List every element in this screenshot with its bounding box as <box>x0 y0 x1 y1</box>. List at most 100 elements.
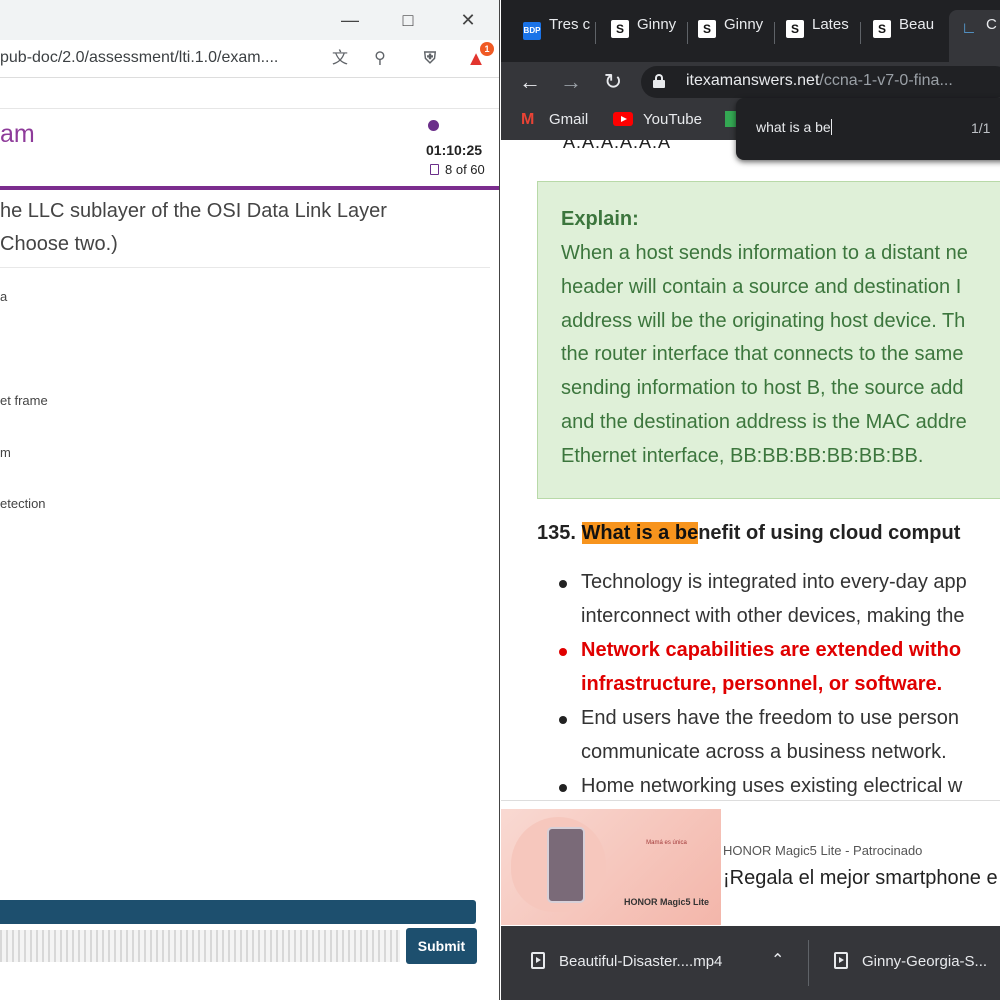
cisco-icon: ∟ <box>961 20 977 37</box>
correct-answer-line-2: infrastructure, personnel, or software. <box>581 673 943 695</box>
zoom-icon[interactable]: ⚲ <box>368 48 392 70</box>
question-progress: 8 of 60 <box>430 162 485 177</box>
exam-header: am 01:10:25 8 of 60 <box>0 110 499 188</box>
explain-line: When a host sends information to a dista… <box>561 242 968 264</box>
bookmark-youtube[interactable]: YouTube <box>613 111 702 128</box>
bookmark-label: Gmail <box>549 111 589 128</box>
explain-line: address will be the originating host dev… <box>561 310 966 332</box>
answer-3-line-2: communicate across a business network. <box>581 741 947 763</box>
find-input[interactable]: what is a be <box>756 119 832 135</box>
youtube-icon <box>613 112 633 126</box>
chevron-up-icon[interactable]: ⌃ <box>771 950 784 970</box>
explain-title: Explain: <box>561 208 639 230</box>
tab-5[interactable]: S Beau <box>873 16 941 50</box>
ad-sponsor: HONOR Magic5 Lite - Patrocinado <box>723 843 923 858</box>
find-highlight: What is a be <box>581 522 699 544</box>
exam-timer: 01:10:25 <box>426 142 483 158</box>
progress-text: 8 of 60 <box>445 162 485 177</box>
download-item-1[interactable]: Beautiful-Disaster....mp4 <box>531 952 722 970</box>
video-file-icon <box>531 952 545 969</box>
tab-2[interactable]: S Ginny <box>611 16 679 50</box>
question-number: 135. <box>537 522 576 544</box>
find-query: what is a be <box>756 119 831 135</box>
tab-label: Tres c <box>549 16 591 33</box>
submit-button[interactable]: Submit <box>406 928 477 964</box>
s-icon: S <box>611 20 629 38</box>
tab-label: Ginny <box>724 16 764 33</box>
url-path: /ccna-1-v7-0-fina... <box>819 72 953 89</box>
ad-image-text: Mamá es única <box>646 840 687 846</box>
brave-shield-icon[interactable]: ⛨ <box>418 48 442 70</box>
bullet <box>559 648 567 656</box>
lock-icon[interactable] <box>653 74 665 88</box>
download-item-2[interactable]: Ginny-Georgia-S... <box>834 952 987 970</box>
answer-option-1[interactable]: a <box>0 289 7 304</box>
answer-option-2[interactable]: et frame <box>0 393 48 408</box>
s-icon: S <box>873 20 891 38</box>
bullet <box>559 716 567 724</box>
question-line-2: Choose two.) <box>0 233 118 255</box>
maximize-icon[interactable]: □ <box>396 8 420 32</box>
left-title-bar: — □ ✕ <box>0 0 499 40</box>
left-url-text[interactable]: pub-doc/2.0/assessment/lti.1.0/exam.... <box>0 49 278 67</box>
question-line-1: he LLC sublayer of the OSI Data Link Lay… <box>0 200 387 222</box>
tab-separator <box>860 22 861 44</box>
explain-box: Explain: When a host sends information t… <box>537 181 1000 499</box>
reload-icon[interactable]: ↻ <box>599 68 627 96</box>
minimize-icon[interactable]: — <box>338 8 362 32</box>
right-browser-window: BDP Tres c S Ginny S Ginny S Lates S Beau ∟ C … <box>501 0 1000 1000</box>
bullet <box>559 580 567 588</box>
bullet <box>559 784 567 792</box>
clock-icon <box>428 120 439 131</box>
ad-image[interactable]: Mamá es única HONOR Magic5 Lite <box>501 809 721 925</box>
tab-1[interactable]: BDP Tres c <box>523 16 591 50</box>
header-divider <box>0 186 499 190</box>
correct-answer-line-1: Network capabilities are extended witho <box>581 639 962 661</box>
tab-strip: BDP Tres c S Ginny S Ginny S Lates S Beau ∟ C <box>501 0 1000 62</box>
ad-headline[interactable]: ¡Regala el mejor smartphone e <box>723 867 998 890</box>
explain-line: the router interface that connects to th… <box>561 343 964 365</box>
answer-1-line-1: Technology is integrated into every-day … <box>581 571 967 593</box>
left-browser-window: — □ ✕ pub-doc/2.0/assessment/lti.1.0/exa… <box>0 0 500 1000</box>
answer-4-line-1: Home networking uses existing electrical… <box>581 775 963 797</box>
question-navigator[interactable] <box>0 930 400 962</box>
gmail-icon: M <box>521 111 535 128</box>
answer-option-4[interactable]: etection <box>0 496 46 511</box>
translate-icon[interactable]: 文 <box>328 48 352 70</box>
rewards-badge: 1 <box>480 42 494 56</box>
download-label: Beautiful-Disaster....mp4 <box>559 953 723 970</box>
bookmark-gmail[interactable]: M Gmail <box>521 111 588 129</box>
exam-title: am <box>0 120 35 148</box>
omnibox[interactable]: itexamanswers.net/ccna-1-v7-0-fina... <box>641 66 1000 98</box>
find-bar: what is a be 1/1 <box>736 98 1000 160</box>
explain-line: header will contain a source and destina… <box>561 276 962 298</box>
tab-label: Beau <box>899 16 935 33</box>
s-icon: S <box>786 20 804 38</box>
page-content: A:A:A:A:A:A Explain: When a host sends i… <box>501 140 1000 800</box>
tab-6-active[interactable]: ∟ C <box>960 16 1000 50</box>
tab-separator <box>774 22 775 44</box>
find-count: 1/1 <box>971 120 991 136</box>
tab-separator <box>595 22 596 44</box>
brave-rewards-icon[interactable]: ▲ 1 <box>464 42 494 70</box>
explain-line: Ethernet interface, BB:BB:BB:BB:BB:BB. <box>561 445 924 467</box>
explain-line: sending information to host B, the sourc… <box>561 377 964 399</box>
tab-3[interactable]: S Ginny <box>698 16 766 50</box>
tab-label: C <box>986 16 997 33</box>
advertisement[interactable]: Mamá es única HONOR Magic5 Lite HONOR Ma… <box>501 800 1000 926</box>
tab-4[interactable]: S Lates <box>786 16 852 50</box>
downloads-bar: Beautiful-Disaster....mp4 ⌃ Ginny-Georgi… <box>501 926 1000 1000</box>
right-toolbar: ← → ↻ itexamanswers.net/ccna-1-v7-0-fina… <box>501 62 1000 102</box>
close-icon[interactable]: ✕ <box>456 8 480 32</box>
question-divider <box>0 267 490 268</box>
explain-line: and the destination address is the MAC a… <box>561 411 967 433</box>
bookmark-label: YouTube <box>643 111 702 128</box>
navigation-bar[interactable] <box>0 900 476 924</box>
back-arrow-icon[interactable]: ← <box>516 68 544 96</box>
answer-option-3[interactable]: m <box>0 445 11 460</box>
tab-label: Ginny <box>637 16 677 33</box>
omnibox-url[interactable]: itexamanswers.net/ccna-1-v7-0-fina... <box>686 72 953 90</box>
forward-arrow-icon[interactable]: → <box>557 68 585 96</box>
left-page-spacer <box>0 79 499 109</box>
s-icon: S <box>698 20 716 38</box>
